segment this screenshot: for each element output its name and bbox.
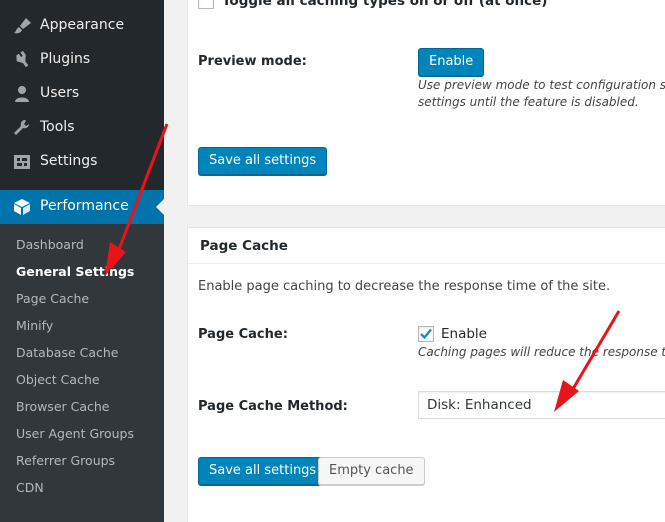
- preview-enable-button[interactable]: Enable: [418, 48, 485, 76]
- save-all-settings-button[interactable]: Save all settings: [198, 457, 328, 485]
- page-cache-method-label: Page Cache Method:: [198, 399, 348, 414]
- menu-item-appearance[interactable]: Appearance: [0, 9, 164, 43]
- page-cache-intro: Enable page caching to decrease the resp…: [198, 279, 611, 294]
- active-menu-indicator: [156, 199, 164, 215]
- menu-label: Tools: [40, 119, 75, 135]
- panel-header: Page Cache: [188, 228, 665, 264]
- performance-icon: [14, 199, 30, 215]
- wrench-icon: [14, 120, 29, 135]
- page-cache-enable-checkbox[interactable]: [418, 326, 434, 342]
- submenu-item-page-cache[interactable]: Page Cache: [16, 291, 89, 306]
- toggle-all-caching-label: Toggle all caching types on or off (at o…: [222, 0, 548, 9]
- submenu-item-general-settings[interactable]: General Settings: [16, 264, 134, 279]
- menu-label: Users: [40, 85, 80, 101]
- paintbrush-icon: [14, 18, 31, 34]
- submenu-item-database-cache[interactable]: Database Cache: [16, 345, 119, 360]
- preview-mode-description: Use preview mode to test configuration s…: [418, 78, 665, 92]
- page-cache-enable-label: Enable: [441, 326, 487, 342]
- page-cache-description: Caching pages will reduce the response t…: [418, 345, 665, 359]
- menu-label: Performance: [40, 198, 129, 214]
- menu-item-settings[interactable]: Settings: [0, 145, 164, 179]
- menu-item-users[interactable]: Users: [0, 77, 164, 111]
- submenu-item-minify[interactable]: Minify: [16, 318, 53, 333]
- save-all-settings-button[interactable]: Save all settings: [198, 147, 328, 175]
- menu-label: Settings: [40, 153, 98, 169]
- submenu-item-dashboard[interactable]: Dashboard: [16, 237, 84, 252]
- settings-icon: [14, 155, 30, 169]
- menu-label: Plugins: [40, 51, 91, 67]
- menu-item-performance[interactable]: Performance: [0, 190, 164, 224]
- page-cache-label: Page Cache:: [198, 327, 288, 342]
- submenu-item-cdn[interactable]: CDN: [16, 480, 44, 495]
- checkmark-icon: [420, 328, 432, 340]
- page-cache-panel: Page Cache Enable page caching to decrea…: [187, 227, 665, 522]
- submenu-item-user-agent-groups[interactable]: User Agent Groups: [16, 426, 134, 441]
- preview-mode-label: Preview mode:: [198, 54, 307, 69]
- page-cache-title: Page Cache: [200, 238, 288, 254]
- preview-mode-description-2: settings until the feature is disabled.: [418, 95, 639, 109]
- submenu-item-browser-cache[interactable]: Browser Cache: [16, 399, 110, 414]
- empty-cache-button[interactable]: Empty cache: [318, 457, 425, 485]
- admin-sidebar: Appearance Plugins Users Tools Settings: [0, 0, 164, 522]
- user-icon: [15, 86, 29, 102]
- menu-label: Appearance: [40, 17, 125, 33]
- general-settings-panel: Toggle all caching types on or off (at o…: [187, 0, 665, 206]
- toggle-all-caching-checkbox[interactable]: [198, 0, 214, 9]
- submenu-item-object-cache[interactable]: Object Cache: [16, 372, 100, 387]
- page-cache-method-select[interactable]: Disk: Enhanced: [418, 391, 665, 419]
- menu-item-plugins[interactable]: Plugins: [0, 43, 164, 77]
- plugin-icon: [16, 51, 29, 68]
- menu-item-tools[interactable]: Tools: [0, 111, 164, 145]
- submenu-item-referrer-groups[interactable]: Referrer Groups: [16, 453, 115, 468]
- performance-submenu: Dashboard General Settings Page Cache Mi…: [0, 224, 164, 522]
